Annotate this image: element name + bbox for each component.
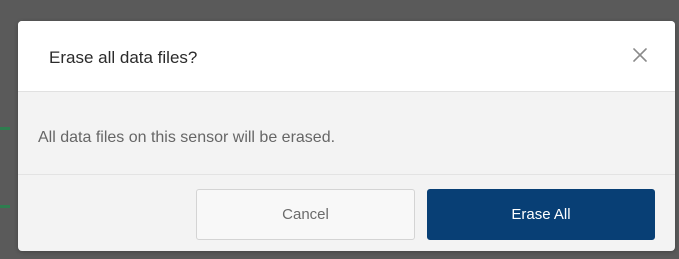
background-indicator: [0, 127, 10, 130]
close-button[interactable]: [632, 47, 648, 63]
dialog-message: All data files on this sensor will be er…: [38, 129, 336, 146]
erase-all-button[interactable]: Erase All: [427, 189, 655, 240]
dialog-title: Erase all data files?: [49, 48, 198, 67]
dialog-body: All data files on this sensor will be er…: [18, 92, 675, 175]
close-icon: [633, 48, 647, 62]
background-indicator: [0, 205, 10, 208]
dialog-footer: Cancel Erase All: [18, 175, 675, 251]
dialog-header: Erase all data files?: [18, 21, 675, 92]
erase-confirmation-dialog: Erase all data files? All data files on …: [18, 21, 675, 251]
cancel-button[interactable]: Cancel: [196, 189, 415, 240]
